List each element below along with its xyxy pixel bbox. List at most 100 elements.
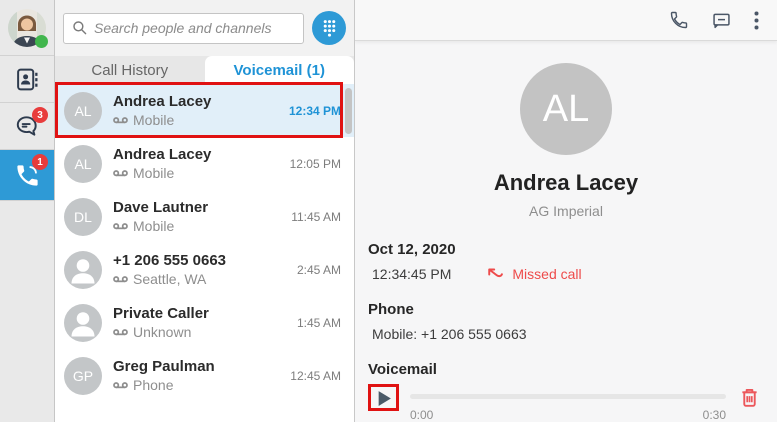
call-list: AL Andrea Lacey Mobile 12:34 PM AL Andre… bbox=[55, 82, 354, 422]
presence-indicator-online bbox=[35, 35, 48, 48]
tab-voicemail[interactable]: Voicemail (1) bbox=[204, 56, 354, 84]
list-item-text: Andrea Lacey Mobile bbox=[113, 92, 211, 129]
tab-call-history[interactable]: Call History bbox=[55, 56, 205, 84]
caller-subtitle: Mobile bbox=[113, 164, 211, 182]
caller-subtitle: Seattle, WA bbox=[113, 270, 226, 288]
missed-call-icon bbox=[488, 268, 504, 278]
list-item[interactable]: +1 206 555 0663 Seattle, WA 2:45 AM bbox=[55, 243, 354, 296]
avatar-initials: AL bbox=[74, 102, 92, 119]
play-icon bbox=[378, 391, 391, 406]
list-item[interactable]: GP Greg Paulman Phone 12:45 AM bbox=[55, 349, 354, 402]
list-item[interactable]: AL Andrea Lacey Mobile 12:05 PM bbox=[55, 137, 354, 190]
trash-icon bbox=[742, 388, 757, 407]
playback-times: 0:00 0:30 bbox=[410, 408, 726, 422]
avatar: AL bbox=[64, 91, 102, 130]
voicemail-icon bbox=[113, 381, 128, 388]
list-item-text: Greg Paulman Phone bbox=[113, 357, 215, 394]
list-item-text: Dave Lautner Mobile bbox=[113, 198, 208, 235]
more-options-button[interactable] bbox=[754, 11, 759, 30]
caller-subtitle: Unknown bbox=[113, 323, 209, 341]
phone-section-label: Phone bbox=[368, 301, 414, 318]
play-button-annotation bbox=[368, 384, 399, 411]
caller-subtitle-label: Unknown bbox=[133, 324, 192, 340]
contact-avatar-initials: AL bbox=[542, 87, 590, 130]
avatar bbox=[64, 303, 102, 342]
list-item[interactable]: Private Caller Unknown 1:45 AM bbox=[55, 296, 354, 349]
avatar: AL bbox=[64, 144, 102, 183]
call-time-stamp: 12:34 PM bbox=[288, 103, 341, 118]
phone-number: Mobile: +1 206 555 0663 bbox=[372, 326, 527, 342]
caller-subtitle: Mobile bbox=[113, 111, 211, 129]
delete-voicemail-button[interactable] bbox=[740, 387, 759, 411]
sidebar-item-phone-active[interactable]: 1 bbox=[0, 150, 54, 201]
search-box[interactable] bbox=[63, 12, 304, 44]
playback-progress-bar[interactable] bbox=[410, 394, 726, 399]
search-row bbox=[55, 0, 354, 56]
call-time-stamp: 12:45 AM bbox=[290, 368, 341, 383]
voicemail-icon bbox=[113, 169, 128, 176]
kebab-menu-icon bbox=[754, 11, 759, 29]
contact-company: AG Imperial bbox=[529, 203, 603, 219]
avatar-initials: AL bbox=[74, 155, 92, 172]
search-icon bbox=[73, 21, 87, 35]
message-icon bbox=[713, 13, 730, 28]
caller-name: Private Caller bbox=[113, 305, 209, 322]
caller-subtitle-label: Mobile bbox=[133, 112, 175, 128]
message-button[interactable] bbox=[711, 10, 732, 31]
list-item[interactable]: DL Dave Lautner Mobile 11:45 AM bbox=[55, 190, 354, 243]
caller-name: Dave Lautner bbox=[113, 199, 209, 216]
call-time-stamp: 12:05 PM bbox=[289, 156, 341, 171]
caller-subtitle: Mobile bbox=[113, 217, 208, 235]
sidebar-item-contacts[interactable] bbox=[0, 56, 54, 103]
search-input[interactable] bbox=[94, 20, 295, 36]
caller-subtitle-label: Phone bbox=[133, 377, 174, 393]
voicemail-badge: 1 bbox=[32, 154, 48, 170]
caller-subtitle: Phone bbox=[113, 376, 215, 394]
detail-topbar bbox=[355, 0, 777, 41]
list-scrollbar-thumb[interactable] bbox=[345, 88, 352, 134]
avatar bbox=[64, 250, 102, 289]
contact-detail: AL Andrea Lacey AG Imperial Oct 12, 2020… bbox=[355, 41, 777, 422]
call-time: 12:34:45 PM bbox=[372, 266, 452, 282]
voicemail-section: Voicemail 0:00 0:30 bbox=[368, 361, 759, 422]
sidebar: 3 1 bbox=[0, 0, 55, 422]
sidebar-item-messages[interactable]: 3 bbox=[0, 103, 54, 150]
user-avatar-section[interactable] bbox=[0, 0, 54, 56]
avatar-initials: GP bbox=[72, 367, 94, 384]
playback-track-col: 0:00 0:30 bbox=[410, 384, 726, 422]
call-time-stamp: 2:45 AM bbox=[296, 262, 341, 277]
dialpad-button[interactable] bbox=[312, 11, 346, 45]
call-info: Oct 12, 2020 12:34:45 PM Missed call Pho… bbox=[355, 241, 777, 422]
messages-badge: 3 bbox=[32, 107, 48, 123]
voicemail-icon bbox=[113, 328, 128, 335]
call-time-stamp: 11:45 AM bbox=[291, 209, 341, 224]
call-time-row: 12:34:45 PM Missed call bbox=[368, 266, 759, 282]
avatar: GP bbox=[64, 356, 102, 395]
caller-name: +1 206 555 0663 bbox=[113, 252, 227, 269]
play-button[interactable] bbox=[377, 390, 392, 407]
tab-bar: Call History Voicemail (1) bbox=[55, 56, 354, 84]
caller-subtitle-label: Mobile bbox=[133, 165, 175, 181]
voicemail-section-label: Voicemail bbox=[368, 361, 437, 378]
call-date: Oct 12, 2020 bbox=[368, 241, 456, 258]
caller-subtitle-label: Seattle, WA bbox=[133, 271, 207, 287]
call-list-panel: Call History Voicemail (1) AL Andrea Lac… bbox=[55, 0, 355, 422]
detail-panel: AL Andrea Lacey AG Imperial Oct 12, 2020… bbox=[355, 0, 777, 422]
caller-name: Andrea Lacey bbox=[113, 93, 212, 110]
phone-icon bbox=[670, 11, 688, 29]
call-time-stamp: 1:45 AM bbox=[296, 315, 341, 330]
total-duration: 0:30 bbox=[702, 408, 726, 422]
caller-name: Andrea Lacey bbox=[113, 146, 212, 163]
list-item[interactable]: AL Andrea Lacey Mobile 12:34 PM bbox=[55, 82, 354, 138]
call-button[interactable] bbox=[669, 10, 689, 30]
list-item-text: Andrea Lacey Mobile bbox=[113, 145, 211, 182]
contact-avatar: AL bbox=[520, 63, 612, 155]
dialpad-icon bbox=[323, 20, 335, 37]
phone-section: Phone Mobile: +1 206 555 0663 bbox=[368, 301, 759, 342]
caller-name: Greg Paulman bbox=[113, 358, 215, 375]
avatar: DL bbox=[64, 197, 102, 236]
call-status-label: Missed call bbox=[512, 266, 582, 282]
voicemail-icon bbox=[113, 275, 128, 282]
contact-name: Andrea Lacey bbox=[493, 170, 639, 195]
caller-subtitle-label: Mobile bbox=[133, 218, 175, 234]
